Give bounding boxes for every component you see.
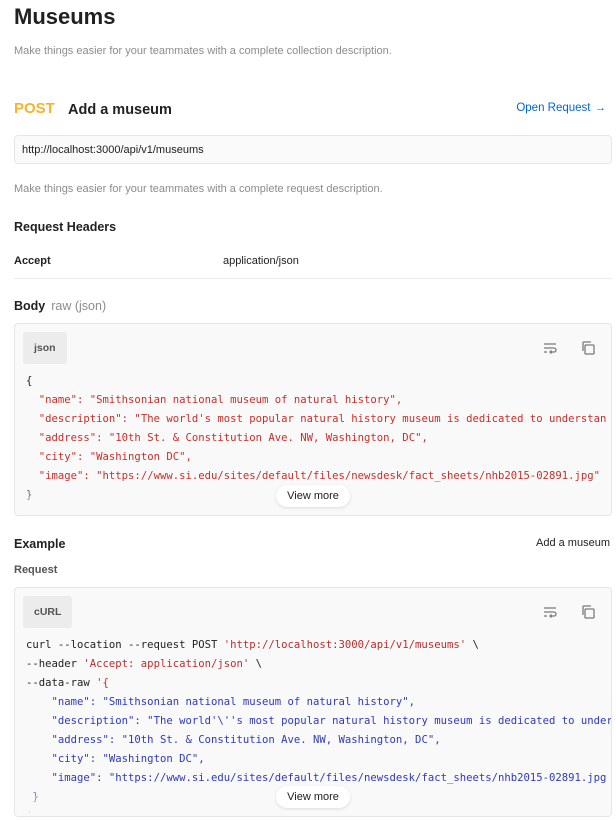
request-name: Add a museum xyxy=(68,102,172,118)
code-line: { xyxy=(26,375,33,387)
curl-data-open: '{ xyxy=(96,677,109,689)
example-title: Example xyxy=(14,537,66,551)
request-description: Make things easier for your teammates wi… xyxy=(14,183,383,195)
example-select[interactable]: Add a museum xyxy=(536,537,610,549)
header-row: Accept application/json xyxy=(14,250,612,279)
header-value: application/json xyxy=(223,255,299,267)
code-line: "description": "The world's most popular… xyxy=(26,410,607,429)
example-request-label: Request xyxy=(14,564,58,576)
code-line-text: "description": "The world'\''s most popu… xyxy=(51,715,612,727)
example-code-panel: cURL curl --location --request POST 'htt… xyxy=(14,587,612,817)
wrap-lines-icon[interactable] xyxy=(542,604,558,620)
wrap-lines-icon[interactable] xyxy=(542,340,558,356)
curl-cmd: curl --location --request POST xyxy=(26,639,224,651)
collection-title: Museums xyxy=(14,4,116,29)
body-mode: raw (json) xyxy=(51,299,107,313)
header-key: Accept xyxy=(14,255,51,267)
request-method-badge: POST xyxy=(14,100,55,117)
body-section-title: Body raw (json) xyxy=(14,299,106,313)
open-request-label: Open Request xyxy=(516,102,591,114)
code-line: "address": "10th St. & Constitution Ave.… xyxy=(26,429,606,448)
code-line-text: "city": "Washington DC", xyxy=(51,753,205,765)
collection-description: Make things easier for your teammates wi… xyxy=(14,45,392,57)
example-lang-tab[interactable]: cURL xyxy=(23,596,73,628)
code-line: "name": "Smithsonian national museum of … xyxy=(26,693,611,712)
code-line: --header 'Accept: application/json' \ xyxy=(26,655,611,674)
code-line: "city": "Washington DC", xyxy=(26,448,606,467)
code-line-text: "name": "Smithsonian national museum of … xyxy=(38,394,403,406)
curl-url: 'http://localhost:3000/api/v1/museums' xyxy=(223,639,467,651)
curl-header-flag: --header xyxy=(26,658,84,670)
code-line-text: "address": "10th St. & Constitution Ave.… xyxy=(51,734,441,746)
request-header: POST Add a museum Open Request → xyxy=(14,100,612,120)
curl-data-flag: --data-raw xyxy=(26,677,97,689)
code-line: "address": "10th St. & Constitution Ave.… xyxy=(26,731,611,750)
code-line: --data-raw '{ xyxy=(26,674,611,693)
body-view-more-button[interactable]: View more xyxy=(276,485,350,507)
line-continuation: \ xyxy=(466,639,479,651)
code-line: "city": "Washington DC", xyxy=(26,750,611,769)
open-request-link[interactable]: Open Request → xyxy=(516,102,606,114)
request-headers-title: Request Headers xyxy=(14,220,117,234)
code-line-text: "city": "Washington DC", xyxy=(38,451,192,463)
arrow-right-icon: → xyxy=(594,102,607,114)
code-line-text: "description": "The world's most popular… xyxy=(38,413,607,425)
request-url-field[interactable]: http://localhost:3000/api/v1/museums xyxy=(14,135,612,164)
code-line: curl --location --request POST 'http://l… xyxy=(26,636,611,655)
copy-icon[interactable] xyxy=(580,604,596,620)
example-view-more-button[interactable]: View more xyxy=(276,786,350,808)
body-lang-tab[interactable]: json xyxy=(23,332,67,364)
code-line: "description": "The world'\''s most popu… xyxy=(26,712,612,731)
body-title: Body xyxy=(14,299,46,313)
copy-icon[interactable] xyxy=(580,340,596,356)
code-line: "name": "Smithsonian national museum of … xyxy=(26,391,606,410)
body-code-panel: json { "name": "Smithsonian national mus… xyxy=(14,323,612,516)
code-line-text: "name": "Smithsonian national museum of … xyxy=(51,696,416,708)
code-line-text: "address": "10th St. & Constitution Ave.… xyxy=(38,432,428,444)
curl-header-value: 'Accept: application/json' xyxy=(83,658,250,670)
line-continuation: \ xyxy=(249,658,262,670)
